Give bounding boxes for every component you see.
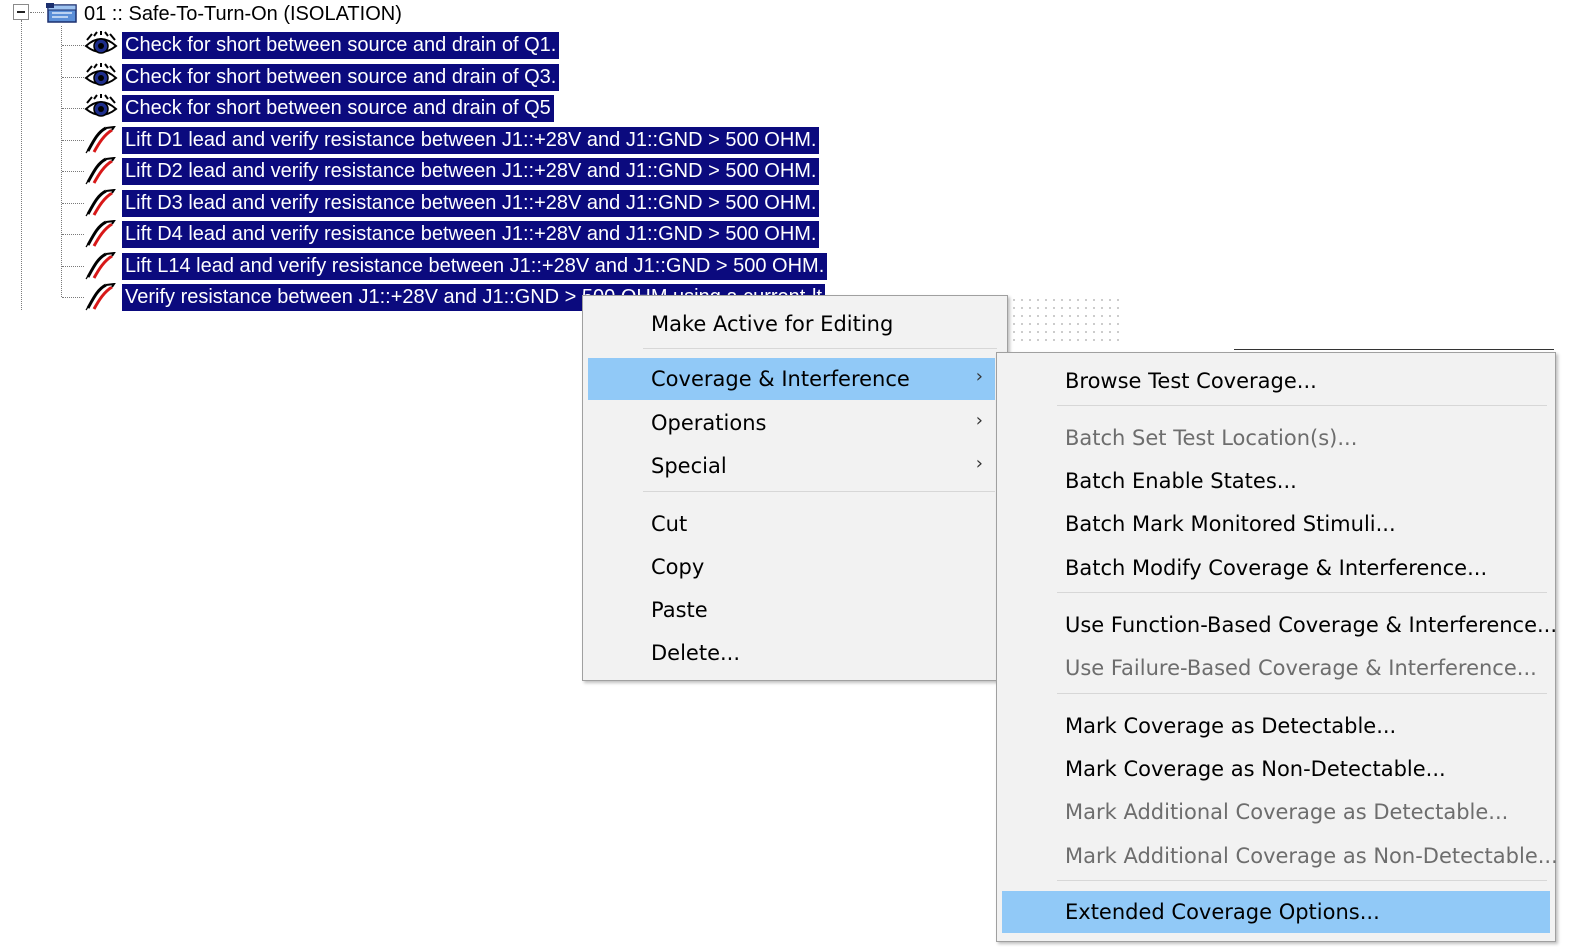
menu-item-label: Mark Additional Coverage as Non-Detectab…: [1065, 844, 1558, 868]
menu-item-operations[interactable]: Operations ›: [588, 402, 995, 444]
menu-separator: [643, 491, 995, 492]
submenu-item-mark-additional-detectable[interactable]: Mark Additional Coverage as Detectable..…: [1002, 791, 1550, 833]
menu-item-label: Delete...: [651, 641, 741, 665]
menu-item-label: Mark Additional Coverage as Detectable..…: [1065, 800, 1509, 824]
tree-connector-root: [21, 20, 22, 310]
tree-connector-h: [62, 234, 84, 235]
menu-item-label: Batch Mark Monitored Stimuli...: [1065, 512, 1396, 536]
tree-row-label[interactable]: Lift L14 lead and verify resistance betw…: [122, 253, 828, 280]
tree-row-label[interactable]: Lift D2 lead and verify resistance betwe…: [122, 158, 820, 185]
tree-connector-h: [62, 203, 84, 204]
tree-row-label[interactable]: Check for short between source and drain…: [122, 64, 560, 91]
menu-item-label: Copy: [651, 555, 705, 579]
probe-icon: [85, 126, 116, 154]
menu-item-cut[interactable]: Cut: [588, 503, 1002, 545]
tree-row-label[interactable]: Check for short between source and drain…: [122, 32, 560, 59]
submenu-item-batch-set-test-location[interactable]: Batch Set Test Location(s)...: [1002, 417, 1550, 459]
inspect-eye-icon: [84, 94, 118, 117]
drag-grid-artifact: [1010, 296, 1122, 344]
tree-connector-h: [62, 108, 84, 109]
submenu-item-use-function-based-coverage[interactable]: Use Function-Based Coverage & Interferen…: [1002, 604, 1557, 646]
menu-separator: [1057, 405, 1547, 406]
menu-item-label: Paste: [651, 598, 708, 622]
submenu-arrow-icon: ›: [975, 410, 983, 431]
probe-icon: [85, 252, 116, 280]
tree-root-label[interactable]: 01 :: Safe-To-Turn-On (ISOLATION): [84, 0, 402, 28]
tree-connector-h: [62, 77, 84, 78]
tree-row-label[interactable]: Lift D1 lead and verify resistance betwe…: [122, 127, 820, 154]
menu-item-label: Use Function-Based Coverage & Interferen…: [1065, 613, 1558, 637]
tree-connector-h: [62, 297, 84, 298]
menu-item-label: Extended Coverage Options...: [1065, 900, 1380, 924]
probe-icon: [85, 220, 116, 248]
menu-separator: [643, 348, 997, 349]
window-edge-line: [1234, 349, 1554, 350]
menu-item-label: Batch Modify Coverage & Interference...: [1065, 556, 1488, 580]
submenu-item-mark-additional-non-detectable[interactable]: Mark Additional Coverage as Non-Detectab…: [1002, 835, 1558, 877]
menu-separator: [1057, 880, 1547, 881]
inspect-eye-icon: [84, 31, 118, 54]
menu-item-copy[interactable]: Copy: [588, 546, 1002, 588]
menu-item-make-active[interactable]: Make Active for Editing: [588, 303, 1002, 345]
submenu-item-batch-modify-coverage[interactable]: Batch Modify Coverage & Interference...: [1002, 547, 1550, 589]
menu-item-label: Batch Set Test Location(s)...: [1065, 426, 1358, 450]
menu-separator: [1057, 592, 1547, 593]
inspect-eye-icon: [84, 63, 118, 86]
submenu-item-browse-test-coverage[interactable]: Browse Test Coverage...: [1002, 360, 1550, 402]
probe-icon: [85, 189, 116, 217]
tree-connector-h: [62, 266, 84, 267]
menu-item-label: Browse Test Coverage...: [1065, 369, 1317, 393]
menu-item-label: Cut: [651, 512, 688, 536]
tree-row-label[interactable]: Lift D3 lead and verify resistance betwe…: [122, 190, 820, 217]
tree-connector-h: [62, 171, 84, 172]
tree-connector-root-h: [30, 12, 44, 13]
menu-item-label: Make Active for Editing: [651, 312, 894, 336]
menu-item-label: Use Failure-Based Coverage & Interferenc…: [1065, 656, 1537, 680]
tree-row-label[interactable]: Check for short between source and drain…: [122, 95, 554, 122]
menu-separator: [1057, 693, 1547, 694]
menu-item-coverage-interference[interactable]: Coverage & Interference ›: [588, 358, 995, 400]
collapse-toggle[interactable]: [13, 4, 29, 20]
probe-icon: [85, 283, 116, 311]
tree-connector-children: [61, 26, 62, 297]
submenu-item-batch-enable-states[interactable]: Batch Enable States...: [1002, 460, 1550, 502]
tree-row-label[interactable]: Lift D4 lead and verify resistance betwe…: [122, 221, 820, 248]
menu-item-label: Coverage & Interference: [651, 367, 910, 391]
menu-item-label: Mark Coverage as Detectable...: [1065, 714, 1397, 738]
tree-connector-h: [62, 45, 84, 46]
submenu-item-mark-coverage-non-detectable[interactable]: Mark Coverage as Non-Detectable...: [1002, 748, 1550, 790]
menu-item-label: Operations: [651, 411, 767, 435]
submenu-item-use-failure-based-coverage[interactable]: Use Failure-Based Coverage & Interferenc…: [1002, 647, 1550, 689]
submenu-arrow-icon: ›: [975, 366, 983, 387]
submenu-item-extended-coverage-options[interactable]: Extended Coverage Options...: [1002, 891, 1550, 933]
menu-item-label: Batch Enable States...: [1065, 469, 1297, 493]
menu-item-paste[interactable]: Paste: [588, 589, 1002, 631]
menu-item-label: Special: [651, 454, 727, 478]
submenu-arrow-icon: ›: [975, 453, 983, 474]
coverage-submenu: Browse Test Coverage... Batch Set Test L…: [996, 352, 1558, 942]
submenu-item-batch-mark-monitored-stimuli[interactable]: Batch Mark Monitored Stimuli...: [1002, 503, 1550, 545]
menu-item-label: Mark Coverage as Non-Detectable...: [1065, 757, 1446, 781]
probe-icon: [85, 157, 116, 185]
submenu-item-mark-coverage-detectable[interactable]: Mark Coverage as Detectable...: [1002, 705, 1550, 747]
menu-item-delete[interactable]: Delete...: [588, 632, 1002, 674]
menu-item-special[interactable]: Special ›: [588, 445, 995, 487]
context-menu: Make Active for Editing Coverage & Inter…: [582, 295, 1008, 681]
test-group-icon: [46, 3, 77, 23]
tree-connector-h: [62, 140, 84, 141]
